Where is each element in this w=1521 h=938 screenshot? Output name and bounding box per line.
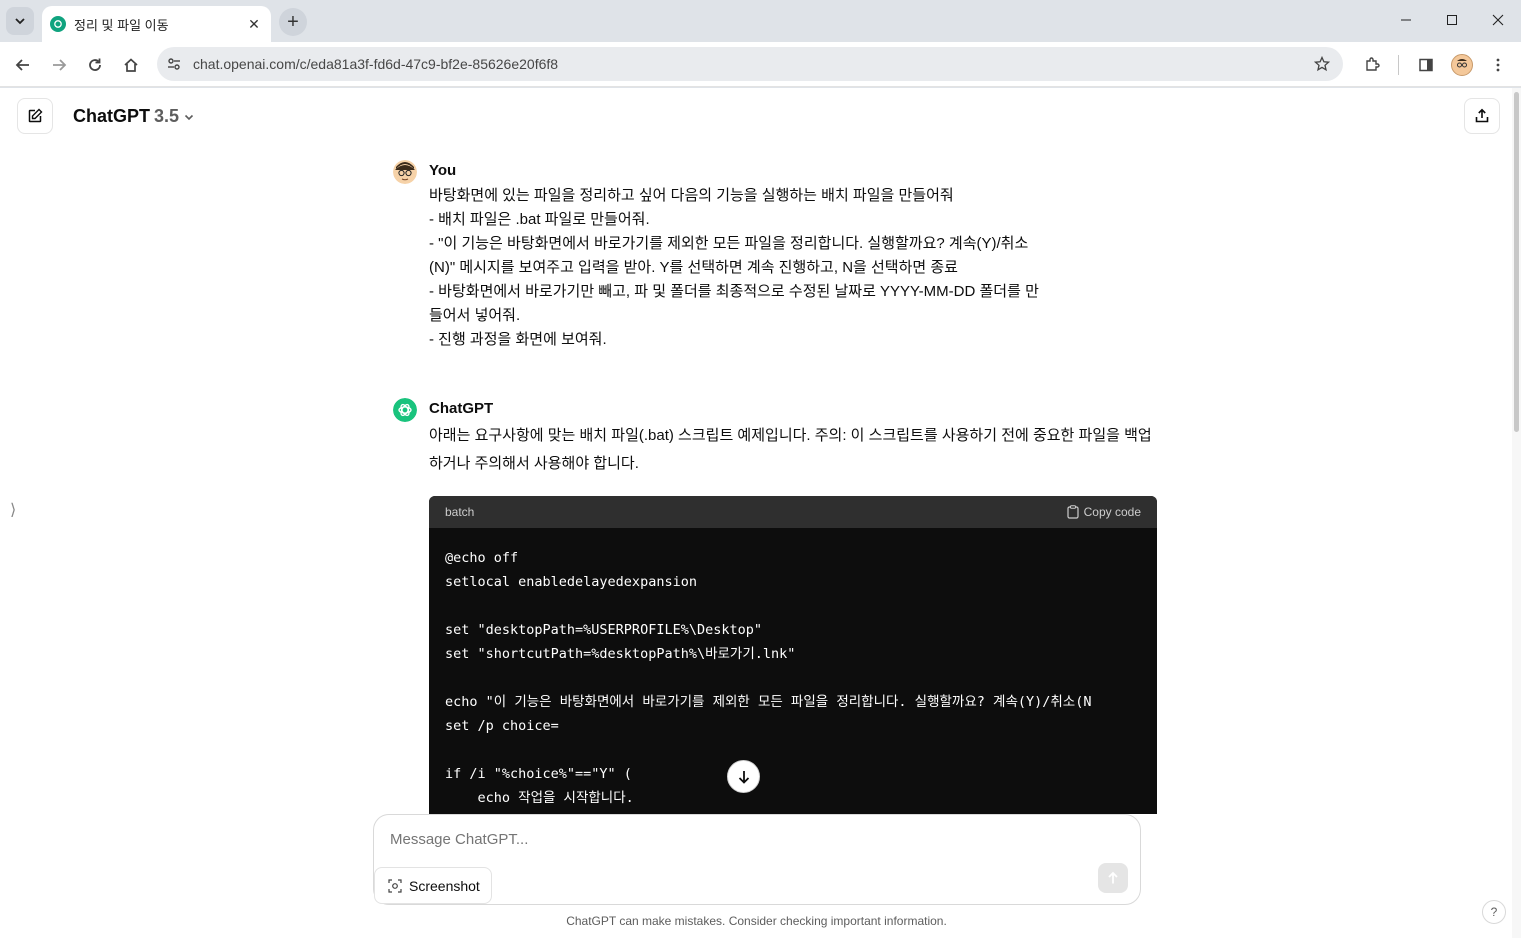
browser-toolbar: chat.openai.com/c/eda81a3f-fd6d-47c9-bf2… — [0, 42, 1521, 87]
user-message: You 바탕화면에 있는 파일을 정리하고 싶어 다음의 기능을 실행하는 배치… — [393, 160, 1163, 360]
new-tab-button[interactable]: + — [279, 8, 307, 36]
reload-button[interactable] — [80, 50, 110, 80]
code-language-label: batch — [445, 505, 475, 519]
chatgpt-page: ⟩ ChatGPT 3.5 You 바탕화면에 있는 파일을 정리하고 싶어 다… — [0, 88, 1521, 938]
chevron-down-icon — [184, 114, 194, 120]
share-icon — [1475, 108, 1489, 123]
code-block-header: batch Copy code — [429, 496, 1157, 528]
copy-code-label: Copy code — [1083, 505, 1141, 519]
plus-icon: + — [287, 11, 299, 33]
message-line: 바탕화면에 있는 파일을 정리하고 싶어 다음의 기능을 실행하는 배치 파일을… — [429, 187, 954, 204]
model-version: 3.5 — [154, 106, 180, 126]
message-line: 들어서 넣어줘. — [429, 307, 521, 324]
back-icon — [15, 59, 29, 71]
extensions-button[interactable] — [1357, 50, 1387, 80]
side-panel-button[interactable] — [1411, 50, 1441, 80]
message-text: 바탕화면에 있는 파일을 정리하고 싶어 다음의 기능을 실행하는 배치 파일을… — [429, 184, 1159, 352]
user-avatar — [393, 160, 417, 184]
site-info-icon[interactable] — [159, 49, 189, 79]
camera-icon — [388, 878, 402, 893]
reload-icon — [89, 58, 101, 71]
message-line: - 바탕화면에서 바로가기만 빼고, 파 및 폴더를 최종적으로 수정된 날짜로… — [429, 283, 1039, 300]
sidepanel-icon — [1419, 58, 1433, 72]
window-controls — [1383, 0, 1521, 40]
close-icon — [1492, 14, 1504, 26]
profile-button[interactable] — [1447, 50, 1477, 80]
scrollbar-thumb[interactable] — [1514, 92, 1519, 432]
browser-tab-active[interactable]: 정리 및 파일 이동 ✕ — [42, 6, 271, 42]
minimize-button[interactable] — [1383, 0, 1429, 40]
arrow-down-icon — [738, 770, 749, 784]
message-line: (N)" 메시지를 보여주고 입력을 받아. Y를 선택하면 계속 진행하고, … — [429, 259, 958, 276]
star-icon — [1314, 56, 1330, 72]
send-button[interactable] — [1098, 863, 1128, 893]
browser-tabstrip: 정리 및 파일 이동 ✕ + — [0, 0, 1521, 42]
arrow-up-icon — [1108, 871, 1118, 884]
share-button[interactable] — [1464, 98, 1500, 134]
assistant-message: ChatGPT 아래는 요구사항에 맞는 배치 파일(.bat) 스크립트 예제… — [393, 398, 1163, 478]
message-line: - "이 기능은 바탕화면에서 바로가기를 제외한 모든 파일을 정리합니다. … — [429, 235, 1029, 252]
message-input[interactable] — [390, 831, 990, 848]
screenshot-button[interactable]: Screenshot — [374, 867, 492, 904]
message-text: 아래는 요구사항에 맞는 배치 파일(.bat) 스크립트 예제입니다. 주의:… — [429, 427, 1152, 472]
message-author: You — [429, 162, 457, 179]
forward-button[interactable] — [44, 50, 74, 80]
window-close-button[interactable] — [1475, 0, 1521, 40]
extensions-icon — [1366, 57, 1380, 71]
chatgpt-logo-icon — [393, 398, 417, 422]
close-icon[interactable]: ✕ — [245, 15, 263, 33]
screenshot-label: Screenshot — [409, 877, 480, 894]
message-composer: Screenshot — [373, 814, 1141, 905]
maximize-icon — [1447, 15, 1457, 25]
forward-icon — [53, 59, 67, 71]
new-chat-button[interactable] — [17, 98, 53, 134]
code-block: batch Copy code @echo off setlocal enabl… — [429, 496, 1157, 814]
openai-favicon-icon — [50, 16, 66, 32]
address-bar[interactable]: chat.openai.com/c/eda81a3f-fd6d-47c9-bf2… — [157, 47, 1343, 81]
model-name: ChatGPT — [73, 106, 151, 126]
new-chat-icon — [28, 108, 43, 123]
page-scrollbar[interactable] — [1512, 88, 1521, 938]
browser-menu-button[interactable] — [1483, 50, 1513, 80]
kebab-menu-icon — [1496, 58, 1500, 72]
clipboard-icon — [1067, 505, 1079, 519]
tab-search-button[interactable] — [6, 7, 34, 35]
back-button[interactable] — [8, 50, 38, 80]
home-button[interactable] — [116, 50, 146, 80]
scroll-to-bottom-button[interactable] — [727, 760, 760, 793]
help-button[interactable]: ? — [1482, 900, 1506, 924]
model-selector[interactable]: ChatGPT 3.5 — [73, 106, 195, 127]
chevron-down-icon — [15, 18, 25, 25]
minimize-icon — [1401, 19, 1411, 21]
url-text: chat.openai.com/c/eda81a3f-fd6d-47c9-bf2… — [193, 56, 559, 72]
tab-title: 정리 및 파일 이동 — [74, 17, 169, 33]
disclaimer-text: ChatGPT can make mistakes. Consider chec… — [566, 914, 947, 928]
sidebar-toggle[interactable]: ⟩ — [10, 500, 16, 520]
message-line: - 배치 파일은 .bat 파일로 만들어줘. — [429, 211, 650, 228]
bookmark-button[interactable] — [1307, 49, 1337, 79]
message-author: ChatGPT — [429, 400, 494, 417]
copy-code-button[interactable]: Copy code — [1067, 505, 1141, 519]
toolbar-divider — [1398, 55, 1399, 75]
code-content: @echo off setlocal enabledelayedexpansio… — [445, 550, 1092, 806]
maximize-button[interactable] — [1429, 0, 1475, 40]
home-icon — [124, 58, 138, 72]
avatar — [1451, 54, 1473, 76]
message-line: - 진행 과정을 화면에 보여줘. — [429, 331, 607, 348]
